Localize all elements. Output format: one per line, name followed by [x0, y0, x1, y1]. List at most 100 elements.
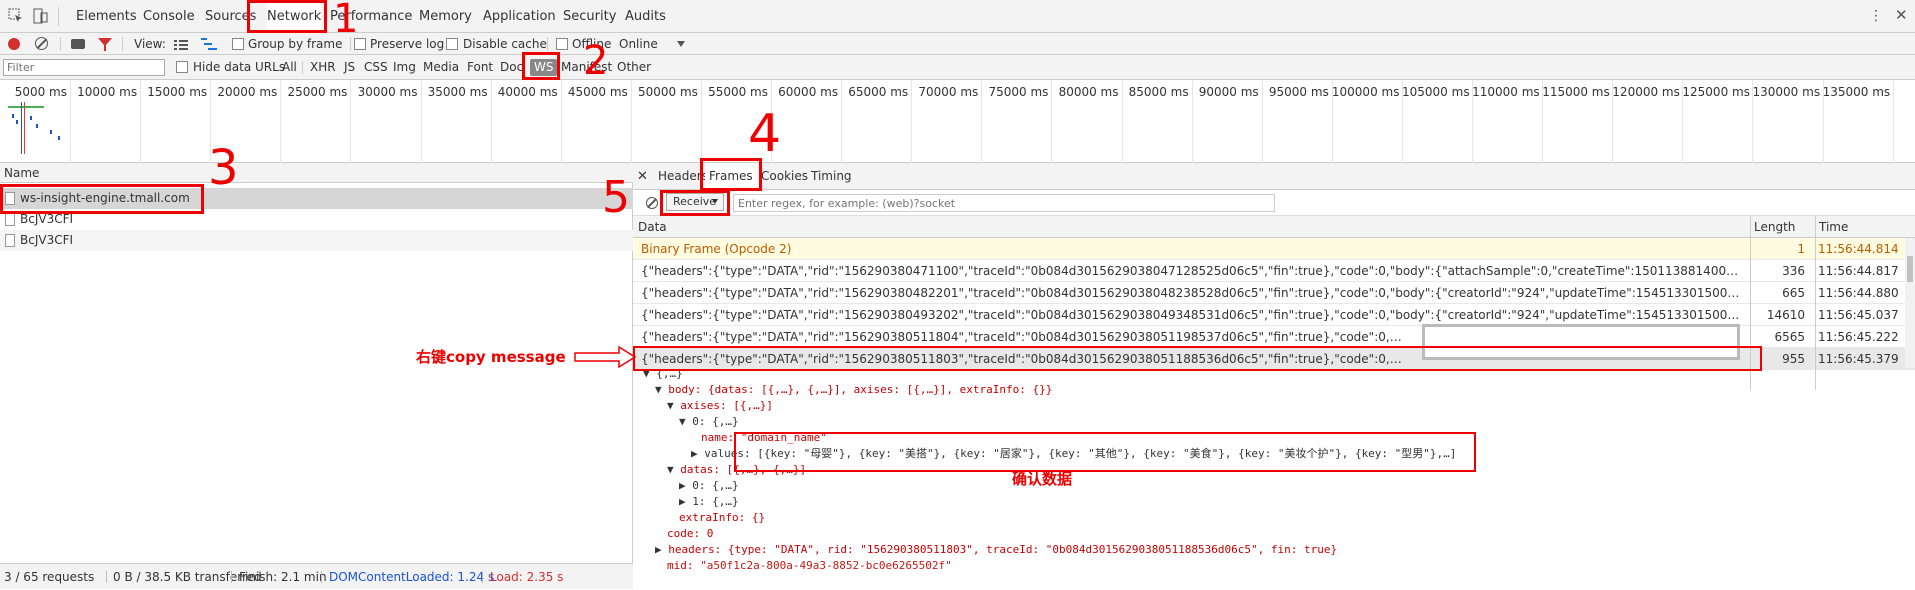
- large-rows-icon[interactable]: [174, 39, 188, 53]
- frame-row[interactable]: {"headers":{"type":"DATA","rid":"1562903…: [633, 282, 1915, 304]
- expand-arrow-icon: ▼: [667, 399, 681, 412]
- col-time-header[interactable]: Time: [1819, 216, 1848, 238]
- tree-data-1[interactable]: ▶ 1: {,…}: [643, 494, 1456, 510]
- annotation-number-3: 3: [208, 140, 239, 196]
- request-row[interactable]: BcJV3CFI: [0, 230, 633, 251]
- tab-security[interactable]: Security: [563, 0, 616, 33]
- timeline-tick-label: 80000 ms: [1058, 85, 1119, 99]
- filter-type-xhr[interactable]: XHR: [310, 55, 336, 80]
- domcontentloaded-marker: [21, 102, 22, 154]
- filter-funnel-icon[interactable]: [98, 38, 112, 54]
- request-name: BcJV3CFI: [20, 212, 74, 226]
- inspect-element-icon[interactable]: [8, 8, 24, 24]
- finish-time: Finish: 2.1 min: [239, 570, 327, 584]
- filter-type-doc[interactable]: Doc: [500, 55, 523, 80]
- tree-extra-info: extraInfo: {}: [679, 511, 766, 524]
- filter-type-font[interactable]: Font: [467, 55, 493, 80]
- timeline-request-bar: [36, 124, 38, 128]
- domcontentloaded-time: DOMContentLoaded: 1.24 s: [329, 570, 495, 584]
- filter-type-other[interactable]: Other: [617, 55, 651, 80]
- timeline-overview[interactable]: 5000 ms 10000 ms 15000 ms 20000 ms 25000 ms 3…: [0, 80, 1915, 163]
- annotation-number-5: 5: [602, 172, 630, 223]
- hide-data-urls-checkbox[interactable]: [176, 61, 188, 73]
- tab-elements[interactable]: Elements: [76, 0, 137, 33]
- filter-input[interactable]: [3, 59, 165, 76]
- annotation-number-4: 4: [748, 104, 782, 164]
- tabbar-divider: [547, 37, 548, 51]
- expand-arrow-icon: ▶: [655, 543, 669, 556]
- throttling-select[interactable]: Online: [619, 33, 658, 55]
- timeline-tick-label: 135000 ms: [1822, 85, 1891, 99]
- tabbar-divider: [60, 37, 61, 51]
- record-icon[interactable]: [8, 38, 20, 50]
- tab-application[interactable]: Application: [483, 0, 556, 33]
- tab-console[interactable]: Console: [143, 0, 195, 33]
- clear-icon[interactable]: [35, 37, 48, 50]
- hide-data-urls-label: Hide data URLs: [193, 60, 286, 74]
- chevron-down-icon[interactable]: [677, 41, 685, 47]
- frames-table-header: Data Length Time: [633, 216, 1915, 238]
- document-icon: [5, 213, 15, 226]
- frame-data: Binary Frame (Opcode 2): [641, 242, 792, 256]
- annotation-confirm-data: 确认数据: [1012, 470, 1073, 488]
- group-by-frame-checkbox[interactable]: [232, 38, 244, 50]
- timeline-request-bar: [16, 120, 18, 124]
- tab-timing[interactable]: Timing: [811, 163, 852, 190]
- frame-row[interactable]: {"headers":{"type":"DATA","rid":"1562903…: [633, 260, 1915, 282]
- frames-scrollbar[interactable]: [1905, 238, 1915, 368]
- tab-memory[interactable]: Memory: [419, 0, 472, 33]
- tab-cookies[interactable]: Cookies: [761, 163, 808, 190]
- frame-time: 11:56:45.379: [1818, 352, 1899, 366]
- clear-frames-icon[interactable]: [646, 197, 658, 209]
- timeline-tick-label: 85000 ms: [1128, 85, 1189, 99]
- name-column-header[interactable]: Name: [0, 163, 633, 183]
- screenshot-camera-icon[interactable]: [71, 39, 85, 49]
- timeline-tick-label: 20000 ms: [217, 85, 278, 99]
- request-name: BcJV3CFI: [20, 233, 74, 247]
- filter-type-css[interactable]: CSS: [364, 55, 388, 80]
- group-by-frame-label: Group by frame: [248, 37, 343, 51]
- device-toolbar-icon[interactable]: [32, 8, 48, 24]
- frame-length: 1: [1797, 242, 1805, 256]
- status-divider: [482, 571, 483, 583]
- col-length-header[interactable]: Length: [1754, 216, 1795, 238]
- expand-arrow-icon: ▼: [655, 383, 669, 396]
- timeline-tick-label: 120000 ms: [1612, 85, 1680, 99]
- tree-axises[interactable]: ▼ axises: [{,…}]: [643, 398, 1456, 414]
- frame-time: 11:56:44.814: [1818, 242, 1899, 256]
- status-divider: [231, 571, 232, 583]
- tree-headers[interactable]: ▶ headers: {type: "DATA", rid: "15629038…: [643, 542, 1456, 558]
- disable-cache-checkbox[interactable]: [446, 38, 458, 50]
- tree-body[interactable]: ▼ body: {datas: [{,…}, {,…}], axises: [{…: [643, 382, 1456, 398]
- frame-length: 6565: [1774, 330, 1805, 344]
- filter-type-media[interactable]: Media: [423, 55, 459, 80]
- timeline-tick-label: 130000 ms: [1752, 85, 1821, 99]
- filter-type-js[interactable]: JS: [344, 55, 355, 80]
- col-data-header[interactable]: Data: [638, 216, 667, 238]
- timeline-tick-label: 75000 ms: [988, 85, 1049, 99]
- expand-arrow-icon: ▶: [691, 447, 705, 460]
- timeline-request-bar: [30, 116, 32, 120]
- frame-row[interactable]: {"headers":{"type":"DATA","rid":"1562903…: [633, 304, 1915, 326]
- expand-arrow-icon: ▼: [667, 463, 681, 476]
- more-menu-icon[interactable]: ⋮: [1869, 7, 1883, 25]
- request-count: 3 / 65 requests: [4, 570, 95, 584]
- filter-type-all[interactable]: All: [282, 55, 297, 80]
- frames-regex-input[interactable]: [733, 194, 1275, 212]
- frame-data: {"headers":{"type":"DATA","rid":"1562903…: [641, 330, 1404, 344]
- network-toolbar: View: Group by frame Preserve log Disabl…: [0, 33, 1915, 55]
- detail-tabbar: ✕ Headers Frames Cookies Timing: [633, 163, 1915, 190]
- tab-audits[interactable]: Audits: [625, 0, 666, 33]
- filter-type-img[interactable]: Img: [393, 55, 416, 80]
- view-label: View:: [134, 37, 166, 51]
- timeline-tick-label: 110000 ms: [1472, 85, 1540, 99]
- frame-time: 11:56:45.037: [1818, 308, 1899, 322]
- offline-checkbox[interactable]: [556, 38, 568, 50]
- close-detail-icon[interactable]: ✕: [637, 163, 648, 190]
- close-devtools-icon[interactable]: ✕: [1895, 6, 1908, 24]
- tree-axis-0[interactable]: ▼ 0: {,…}: [643, 414, 1456, 430]
- timeline-tick-label: 5000 ms: [14, 85, 67, 99]
- frame-row-binary[interactable]: Binary Frame (Opcode 2) 1 11:56:44.814: [633, 238, 1915, 260]
- overview-waterfall-icon[interactable]: [201, 38, 217, 53]
- annotation-arrow-icon: [573, 345, 637, 371]
